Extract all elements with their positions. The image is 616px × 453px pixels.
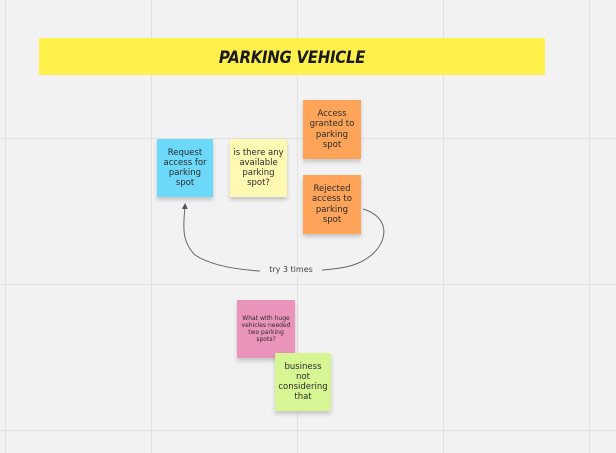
sticky-note-text: What with huge vehicles needed two parki… [241, 314, 291, 344]
sticky-note-huge-vehicles[interactable]: What with huge vehicles needed two parki… [237, 300, 295, 358]
sticky-note-business[interactable]: business not considering that [275, 353, 331, 411]
sticky-note-text: business not considering that [278, 361, 328, 403]
connector-line[interactable] [181, 203, 385, 273]
connector-label: try 3 times [260, 265, 322, 274]
